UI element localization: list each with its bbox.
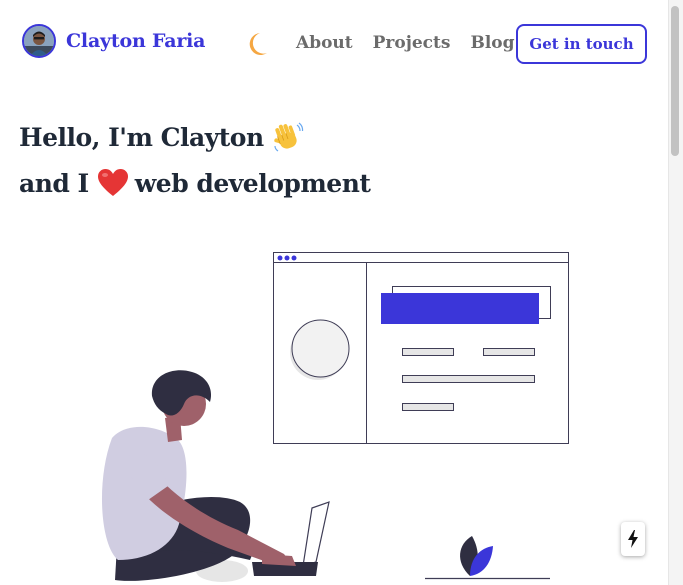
hero-greeting: Hello, I'm Clayton	[19, 122, 264, 152]
browser-window-illustration	[273, 252, 569, 444]
hero-line-2: and I web development	[19, 160, 371, 206]
hero-and-i: and I	[19, 168, 89, 198]
heart-icon	[97, 168, 129, 198]
hero-illustration	[0, 230, 668, 585]
hero-heading: Hello, I'm Clayton and I web development	[19, 114, 371, 206]
nav-link-about[interactable]: About	[296, 33, 353, 53]
hero-line-1: Hello, I'm Clayton	[19, 114, 370, 160]
nav-link-projects[interactable]: Projects	[373, 33, 451, 53]
lightning-icon[interactable]	[621, 522, 645, 556]
moon-icon[interactable]	[247, 31, 269, 57]
avatar	[22, 24, 56, 58]
brand-name: Clayton Faria	[66, 30, 206, 52]
nav-link-blog[interactable]: Blog	[470, 33, 514, 53]
site-header: Clayton Faria About Projects Blog Get in…	[0, 0, 668, 88]
scrollbar-thumb[interactable]	[671, 6, 679, 156]
plant-illustration	[425, 536, 550, 580]
get-in-touch-button[interactable]: Get in touch	[516, 24, 647, 64]
hero-web-development: web development	[134, 168, 371, 198]
waving-hand-icon	[272, 121, 304, 153]
page: Clayton Faria About Projects Blog Get in…	[0, 0, 683, 585]
brand-link[interactable]: Clayton Faria	[22, 24, 205, 58]
main-nav: About Projects Blog	[296, 33, 535, 53]
